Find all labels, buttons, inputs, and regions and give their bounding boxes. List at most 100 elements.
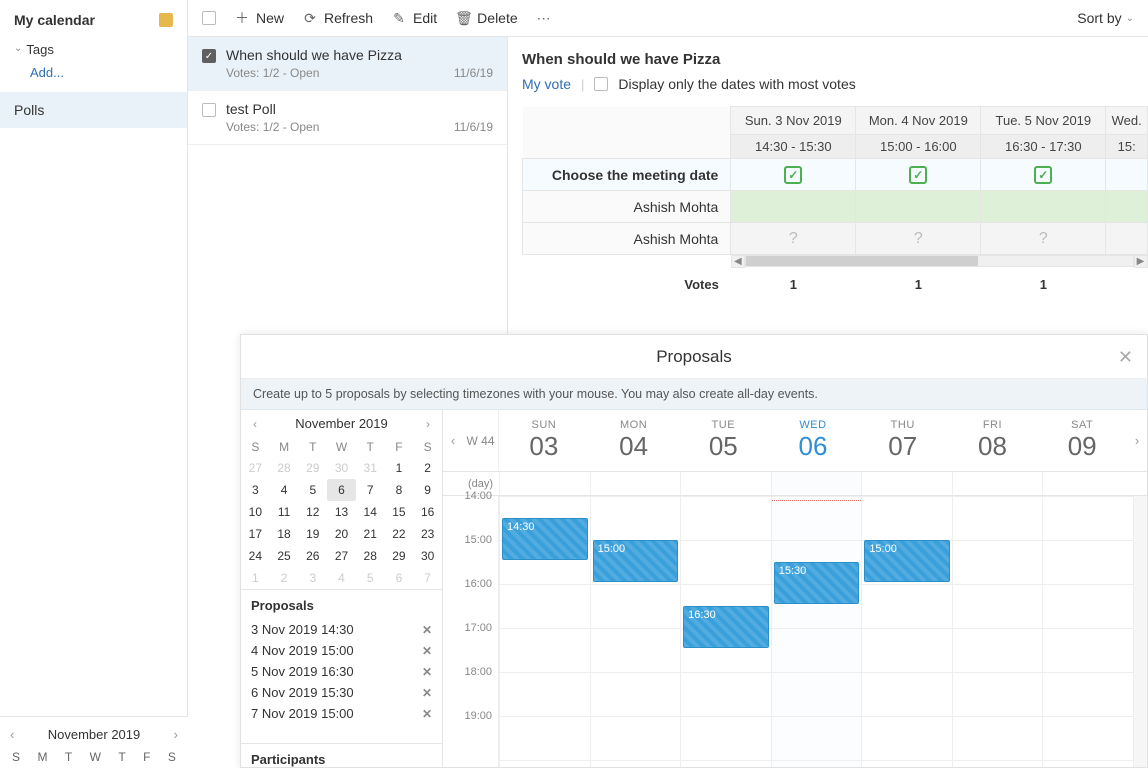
cal-day-cell[interactable]: 30: [413, 545, 442, 567]
calendar-event[interactable]: 16:30: [683, 606, 769, 648]
cal-day-cell[interactable]: 8: [385, 479, 414, 501]
remove-proposal-button[interactable]: ✕: [422, 644, 432, 658]
week-day-header[interactable]: WED06: [768, 410, 858, 471]
delete-button[interactable]: 🗑 Delete: [455, 10, 517, 27]
day-column[interactable]: 15:00: [861, 496, 952, 767]
cal-day-cell[interactable]: 26: [298, 545, 327, 567]
calendar-event[interactable]: 15:00: [593, 540, 679, 582]
week-day-header[interactable]: FRI08: [948, 410, 1038, 471]
cal-day-cell[interactable]: 16: [413, 501, 442, 523]
cal-day-cell[interactable]: 5: [298, 479, 327, 501]
horizontal-scrollbar[interactable]: [745, 255, 1134, 267]
cal-day-cell[interactable]: 23: [413, 523, 442, 545]
remove-proposal-button[interactable]: ✕: [422, 623, 432, 637]
cal-day-cell[interactable]: 4: [327, 567, 356, 589]
cal-day-cell[interactable]: 3: [241, 479, 270, 501]
cal-day-cell[interactable]: 19: [298, 523, 327, 545]
cal-day-cell[interactable]: 12: [298, 501, 327, 523]
allday-cell[interactable]: [771, 472, 862, 495]
day-column[interactable]: [952, 496, 1043, 767]
cal-day-cell[interactable]: 6: [327, 479, 356, 501]
cal-next-button[interactable]: ›: [422, 417, 434, 431]
cal-day-cell[interactable]: 22: [385, 523, 414, 545]
cal-day-cell[interactable]: 10: [241, 501, 270, 523]
calendar-color-swatch[interactable]: [159, 13, 173, 27]
cal-day-cell[interactable]: 1: [241, 567, 270, 589]
day-column[interactable]: 14:30: [499, 496, 590, 767]
cal-day-cell[interactable]: 6: [385, 567, 414, 589]
scroll-right-button[interactable]: ▶: [1134, 255, 1148, 268]
day-column[interactable]: 15:00: [590, 496, 681, 767]
poll-checkbox[interactable]: ✓: [202, 49, 216, 63]
cal-day-cell[interactable]: 20: [327, 523, 356, 545]
remove-proposal-button[interactable]: ✕: [422, 707, 432, 721]
allday-cell[interactable]: [861, 472, 952, 495]
cal-day-cell[interactable]: 29: [385, 545, 414, 567]
vote-choice-cell[interactable]: ✓: [981, 159, 1106, 191]
vote-choice-cell[interactable]: ✓: [731, 159, 856, 191]
cal-day-cell[interactable]: 17: [241, 523, 270, 545]
week-day-header[interactable]: THU07: [858, 410, 948, 471]
poll-list-item[interactable]: test Poll Votes: 1/2 - Open 11/6/19: [188, 91, 507, 145]
scroll-left-button[interactable]: ◀: [731, 255, 745, 268]
tags-row[interactable]: ⌄ Tags: [14, 42, 173, 57]
cal-day-cell[interactable]: 28: [356, 545, 385, 567]
poll-checkbox[interactable]: [202, 103, 216, 117]
cal-day-cell[interactable]: 21: [356, 523, 385, 545]
cal-day-cell[interactable]: 2: [270, 567, 299, 589]
cal-day-cell[interactable]: 1: [385, 457, 414, 479]
more-button[interactable]: ⋯: [536, 10, 552, 27]
week-day-header[interactable]: SAT09: [1037, 410, 1127, 471]
week-next-button[interactable]: ›: [1127, 410, 1147, 471]
week-day-header[interactable]: TUE05: [678, 410, 768, 471]
cal-day-cell[interactable]: 2: [413, 457, 442, 479]
cal-day-cell[interactable]: 11: [270, 501, 299, 523]
sidebar-item-polls[interactable]: Polls: [0, 92, 187, 128]
cal-day-cell[interactable]: 27: [327, 545, 356, 567]
cal-day-cell[interactable]: 14: [356, 501, 385, 523]
my-vote-link[interactable]: My vote: [522, 76, 571, 92]
allday-cell[interactable]: [1042, 472, 1133, 495]
mini-cal-next[interactable]: ›: [174, 727, 178, 742]
edit-button[interactable]: ✎ Edit: [391, 10, 437, 27]
add-tag-link[interactable]: Add...: [30, 65, 173, 80]
cal-prev-button[interactable]: ‹: [249, 417, 261, 431]
select-all-checkbox[interactable]: [202, 11, 216, 25]
cal-day-cell[interactable]: 9: [413, 479, 442, 501]
allday-cell[interactable]: [499, 472, 590, 495]
cal-day-cell[interactable]: 13: [327, 501, 356, 523]
cal-day-cell[interactable]: 4: [270, 479, 299, 501]
cal-day-cell[interactable]: 3: [298, 567, 327, 589]
cal-day-cell[interactable]: 28: [270, 457, 299, 479]
cal-day-cell[interactable]: 29: [298, 457, 327, 479]
calendar-event[interactable]: 15:00: [864, 540, 950, 582]
calendar-event[interactable]: 14:30: [502, 518, 588, 560]
display-filter-checkbox[interactable]: [594, 77, 608, 91]
cal-day-cell[interactable]: 31: [356, 457, 385, 479]
week-day-header[interactable]: MON04: [589, 410, 679, 471]
vote-choice-cell[interactable]: ✓: [856, 159, 981, 191]
vote-choice-cell[interactable]: [1106, 159, 1148, 191]
cal-day-cell[interactable]: 7: [413, 567, 442, 589]
day-column[interactable]: 15:30: [771, 496, 862, 767]
calendar-event[interactable]: 15:30: [774, 562, 860, 604]
cal-day-cell[interactable]: 25: [270, 545, 299, 567]
week-day-header[interactable]: SUN03: [499, 410, 589, 471]
day-column[interactable]: 16:30: [680, 496, 771, 767]
allday-cell[interactable]: [680, 472, 771, 495]
poll-list-item[interactable]: ✓ When should we have Pizza Votes: 1/2 -…: [188, 37, 507, 91]
vertical-scrollbar[interactable]: [1133, 496, 1147, 767]
refresh-button[interactable]: ⟳ Refresh: [302, 10, 373, 27]
mini-cal-prev[interactable]: ‹: [10, 727, 14, 742]
cal-day-cell[interactable]: 27: [241, 457, 270, 479]
allday-cell[interactable]: [952, 472, 1043, 495]
new-button[interactable]: ＋ New: [234, 8, 284, 28]
my-calendar-label[interactable]: My calendar: [14, 12, 95, 28]
cal-day-cell[interactable]: 24: [241, 545, 270, 567]
sort-by-dropdown[interactable]: Sort by ⌄: [1077, 10, 1134, 26]
cal-day-cell[interactable]: 7: [356, 479, 385, 501]
allday-cell[interactable]: [590, 472, 681, 495]
remove-proposal-button[interactable]: ✕: [422, 665, 432, 679]
close-icon[interactable]: ✕: [1118, 347, 1133, 368]
day-column[interactable]: [1042, 496, 1133, 767]
